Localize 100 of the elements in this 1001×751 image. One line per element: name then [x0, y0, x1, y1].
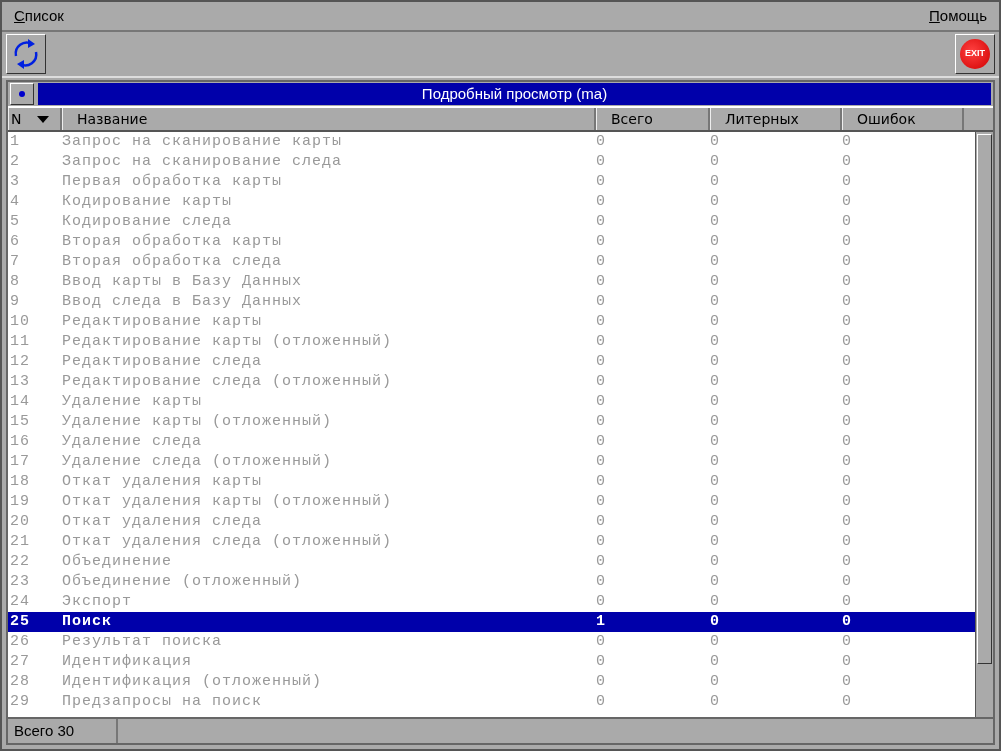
column-header[interactable]: Всего	[596, 108, 710, 130]
table-row[interactable]: 27 Идентификация 0 0 0	[8, 652, 975, 672]
table-cell-text: 0	[710, 491, 721, 512]
table-row[interactable]: 8 Ввод карты в Базу Данных 0 0 0	[8, 272, 975, 292]
table-row[interactable]: 2 Запрос на сканирование следа 0 0 0	[8, 152, 975, 172]
table-cell-text: 17	[9, 451, 31, 472]
table-row[interactable]: 18 Откат удаления карты 0 0 0	[8, 472, 975, 492]
table-cell-text: 0	[842, 531, 853, 552]
table-cell-text: 0	[710, 131, 721, 152]
table-cell-text: 0	[710, 551, 721, 572]
table-cell-text: 19	[9, 491, 31, 512]
table-row[interactable]: 4 Кодирование карты 0 0 0	[8, 192, 975, 212]
table-cell-text: 0	[710, 331, 721, 352]
table-row[interactable]: 6 Вторая обработка карты 0 0 0	[8, 232, 975, 252]
table-cell-text: 0	[710, 271, 721, 292]
table-row[interactable]: 26 Результат поиска 0 0 0	[8, 632, 975, 652]
menu-item[interactable]: Список	[12, 4, 66, 28]
table-row[interactable]: 29 Предзапросы на поиск 0 0 0	[8, 692, 975, 712]
exit-button[interactable]: EXIT	[955, 34, 995, 74]
table-row[interactable]: 17 Удаление следа (отложенный) 0 0 0	[8, 452, 975, 472]
table-cell-text: 0	[596, 251, 607, 272]
table-cell-text: Откат удаления карты (отложенный)	[62, 491, 394, 512]
table-cell-text: 11	[9, 331, 31, 352]
table-row[interactable]: 14 Удаление карты 0 0 0	[8, 392, 975, 412]
table-cell-text: 0	[842, 651, 853, 672]
column-header[interactable]: N	[8, 108, 62, 130]
table-cell-text: Объединение	[62, 551, 174, 572]
table-row[interactable]: 11 Редактирование карты (отложенный) 0 0 0	[8, 332, 975, 352]
table-cell-text: Идентификация	[62, 651, 194, 672]
table-row[interactable]: 13 Редактирование следа (отложенный) 0 0 0	[8, 372, 975, 392]
refresh-button[interactable]	[6, 34, 46, 74]
table-cell-text: 0	[842, 451, 853, 472]
table-row[interactable]: 28 Идентификация (отложенный) 0 0 0	[8, 672, 975, 692]
table-cell-text: 0	[710, 511, 721, 532]
table-cell-text: 0	[596, 511, 607, 532]
table-cell-text: Кодирование следа	[62, 211, 234, 232]
table-cell-text: 0	[842, 511, 853, 532]
table-row[interactable]: 9 Ввод следа в Базу Данных 0 0 0	[8, 292, 975, 312]
table-cell-text: Идентификация (отложенный)	[62, 671, 324, 692]
table-cell-text: 20	[9, 511, 31, 532]
table-cell-text: 0	[842, 311, 853, 332]
table-row[interactable]: 22 Объединение 0 0 0	[8, 552, 975, 572]
table-cell-text: 0	[596, 311, 607, 332]
table-cell-text: Ввод карты в Базу Данных	[62, 271, 304, 292]
table-cell-text: 13	[9, 371, 31, 392]
table-cell-text: 0	[710, 411, 721, 432]
table-cell-text: Редактирование следа	[62, 351, 264, 372]
table-cell-text: 0	[842, 171, 853, 192]
table-cell-text: 21	[9, 531, 31, 552]
table-cell-text: 0	[596, 571, 607, 592]
table-row[interactable]: 24 Экспорт 0 0 0	[8, 592, 975, 612]
table-cell-text: 0	[842, 151, 853, 172]
table-cell-text: Удаление следа	[62, 431, 204, 452]
table-cell-text: 0	[842, 551, 853, 572]
table-cell-text: Откат удаления следа (отложенный)	[62, 531, 394, 552]
table-cell-text: 2	[9, 151, 21, 172]
table-cell-text: Ввод следа в Базу Данных	[62, 291, 304, 312]
table-cell-text: 0	[596, 691, 607, 712]
table-cell-text: 27	[9, 651, 31, 672]
table-cell-text: 0	[842, 291, 853, 312]
table-row[interactable]: 23 Объединение (отложенный) 0 0 0	[8, 572, 975, 592]
table-cell-text: 0	[842, 351, 853, 372]
table-row[interactable]: 5 Кодирование следа 0 0 0	[8, 212, 975, 232]
table-cell-text: 0	[842, 211, 853, 232]
table-cell-text: 0	[710, 631, 721, 652]
table-row[interactable]: 16 Удаление следа 0 0 0	[8, 432, 975, 452]
table-row[interactable]: 20 Откат удаления следа 0 0 0	[8, 512, 975, 532]
table-row[interactable]: 10 Редактирование карты 0 0 0	[8, 312, 975, 332]
table-cell-text: 12	[9, 351, 31, 372]
table-cell-text: 0	[596, 371, 607, 392]
table-cell-text: 0	[596, 151, 607, 172]
panel-button[interactable]	[10, 83, 34, 105]
scrollbar[interactable]	[975, 132, 993, 717]
table-row[interactable]: 25 Поиск 1 0 0	[8, 612, 975, 632]
menu-item[interactable]: Помощь	[927, 4, 989, 28]
table-cell-text: 0	[710, 651, 721, 672]
table-cell-text: 0	[842, 631, 853, 652]
table-row[interactable]: 21 Откат удаления следа (отложенный) 0 0 0	[8, 532, 975, 552]
column-header[interactable]: Ошибок	[842, 108, 964, 130]
panel-title: Подробный просмотр (ma)	[38, 83, 991, 105]
table-cell-text: 0	[842, 611, 853, 632]
table-row[interactable]: 19 Откат удаления карты (отложенный) 0 0 0	[8, 492, 975, 512]
table-cell-text: 0	[596, 351, 607, 372]
table-cell-text: 0	[710, 171, 721, 192]
table-row[interactable]: 3 Первая обработка карты 0 0 0	[8, 172, 975, 192]
table-cell-text: 6	[9, 231, 21, 252]
scroll-thumb[interactable]	[977, 134, 992, 664]
table-cell-text: Удаление карты (отложенный)	[62, 411, 334, 432]
table-cell-text: Редактирование карты	[62, 311, 264, 332]
table-row[interactable]: 7 Вторая обработка следа 0 0 0	[8, 252, 975, 272]
table-cell-text: 0	[842, 671, 853, 692]
column-header[interactable]: Литерных	[710, 108, 842, 130]
table-row[interactable]: 15 Удаление карты (отложенный) 0 0 0	[8, 412, 975, 432]
table-row[interactable]: 12 Редактирование следа 0 0 0	[8, 352, 975, 372]
column-header[interactable]: Название	[62, 108, 596, 130]
table-cell-text: 24	[9, 591, 31, 612]
table-cell-text: 0	[596, 671, 607, 692]
table-cell-text: 0	[710, 351, 721, 372]
table-cell-text: 0	[842, 271, 853, 292]
table-row[interactable]: 1 Запрос на сканирование карты 0 0 0	[8, 132, 975, 152]
